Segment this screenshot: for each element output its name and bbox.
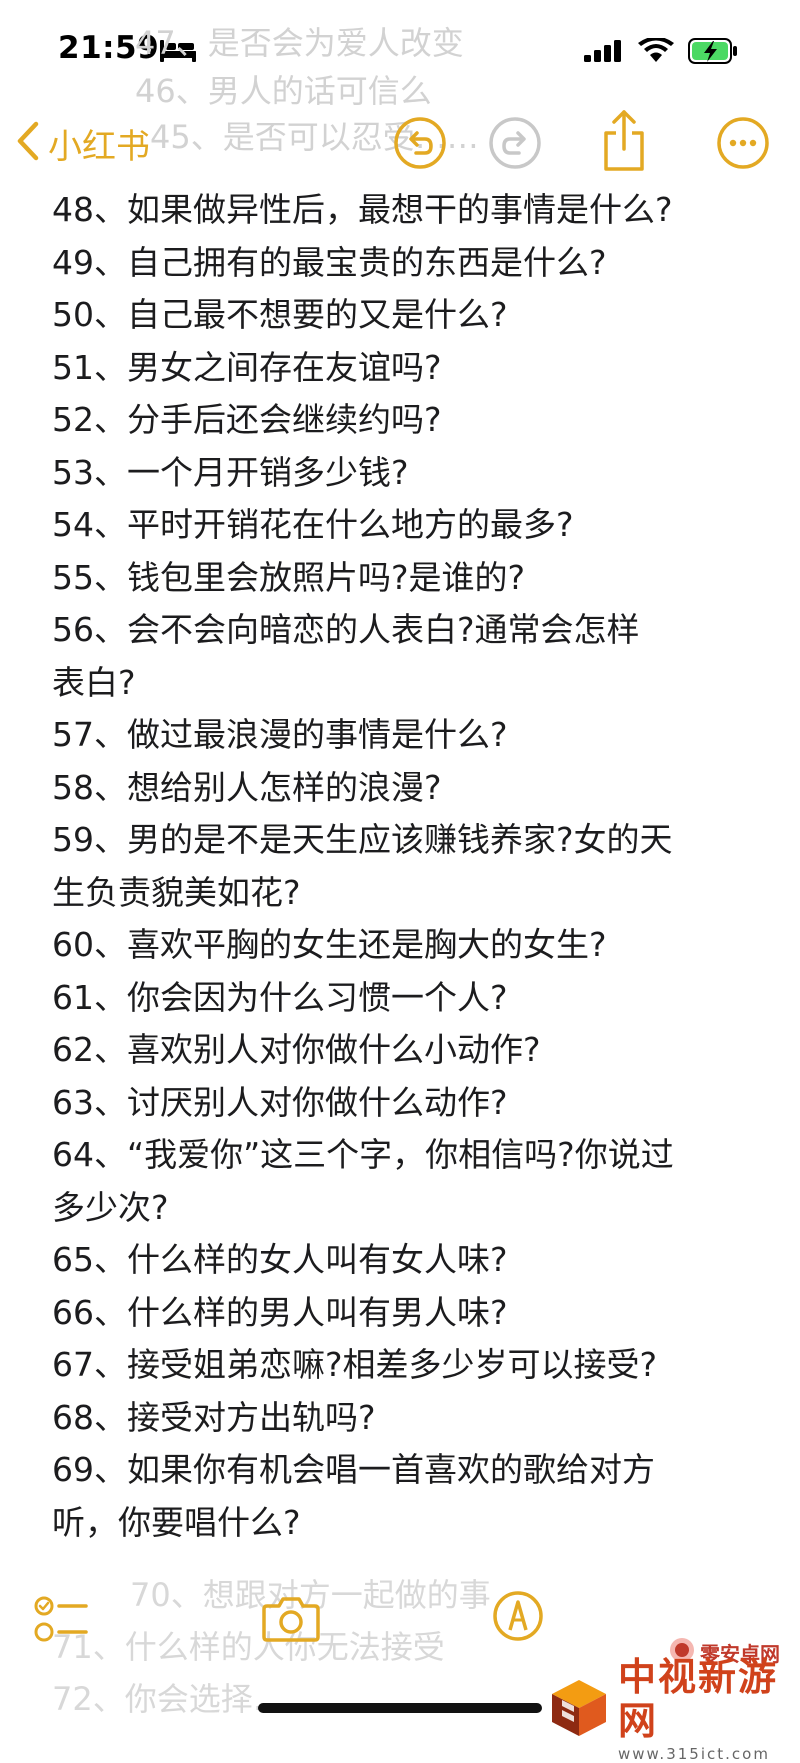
note-line: 69、如果你有机会唱一首喜欢的歌给对方 [52,1450,655,1489]
note-line: 64、“我爱你”这三个字，你相信吗?你说过 [52,1135,674,1174]
markup-button[interactable] [492,1590,544,1646]
note-line: 51、男女之间存在友谊吗? [52,347,442,387]
battery-icon [688,38,738,68]
ghost-line: 72、你会选择…… [52,1680,317,1718]
nav-bar: 小红书 [0,105,800,185]
home-indicator[interactable] [258,1703,542,1713]
redo-icon [489,117,541,169]
more-button[interactable] [715,115,771,171]
checklist-icon [34,1596,88,1642]
ghost-line: 47、是否会为爱人改变 [135,24,464,62]
undo-icon [394,117,446,169]
markup-icon [493,1591,543,1641]
note-line: 59、男的是不是天生应该赚钱养家?女的天 [52,820,673,859]
back-button[interactable]: 小红书 [16,117,150,169]
note-line: 生负责貌美如花? [52,872,301,912]
signal-icon [584,40,624,66]
note-line: 多少次? [52,1187,169,1227]
wifi-icon [638,36,674,68]
more-icon [717,117,769,169]
watermark-cube-icon [548,1676,610,1742]
watermark-main: 中视新游网 www.315ict.com [548,1655,800,1763]
note-line: 68、接受对方出轨吗? [52,1397,376,1437]
note-line: 听，你要唱什么? [52,1502,301,1542]
note-line: 50、自己最不想要的又是什么? [52,295,508,334]
note-line: 55、钱包里会放照片吗?是谁的? [52,557,526,597]
note-line: 52、分手后还会继续约吗? [52,400,442,439]
note-line: 65、什么样的女人叫有女人味? [52,1240,508,1279]
note-line: 49、自己拥有的最宝贵的东西是什么? [52,242,607,282]
share-icon [604,110,644,171]
note-line: 48、如果做异性后，最想干的事情是什么? [52,190,673,229]
note-line: 61、你会因为什么习惯一个人? [52,977,508,1017]
note-line: 58、想给别人怎样的浪漫? [52,767,442,807]
redo-button[interactable] [487,115,543,171]
undo-button[interactable] [392,115,448,171]
note-line: 67、接受姐弟恋嘛?相差多少岁可以接受? [52,1345,658,1384]
share-button[interactable] [600,109,656,173]
chevron-left-icon [16,121,40,165]
note-line: 54、平时开销花在什么地方的最多? [52,505,574,544]
note-line: 66、什么样的男人叫有男人味? [52,1292,508,1332]
note-line: 53、一个月开销多少钱? [52,452,409,492]
note-line: 56、会不会向暗恋的人表白?通常会怎样 [52,610,640,649]
checklist-button[interactable] [34,1594,90,1650]
watermark-title: 中视新游网 [618,1654,779,1743]
note-line: 62、喜欢别人对你做什么小动作? [52,1030,541,1069]
watermark-url: www.315ict.com [618,1745,770,1763]
note-body[interactable]: 48、如果做异性后，最想干的事情是什么? 49、自己拥有的最宝贵的东西是什么? … [52,184,752,1549]
back-label: 小红书 [48,126,150,167]
camera-icon [262,1597,320,1642]
note-line: 57、做过最浪漫的事情是什么? [52,715,508,754]
camera-button[interactable] [262,1596,320,1646]
note-line: 60、喜欢平胸的女生还是胸大的女生? [52,925,607,964]
note-line: 表白? [52,662,136,702]
note-line: 63、讨厌别人对你做什么动作? [52,1082,508,1122]
